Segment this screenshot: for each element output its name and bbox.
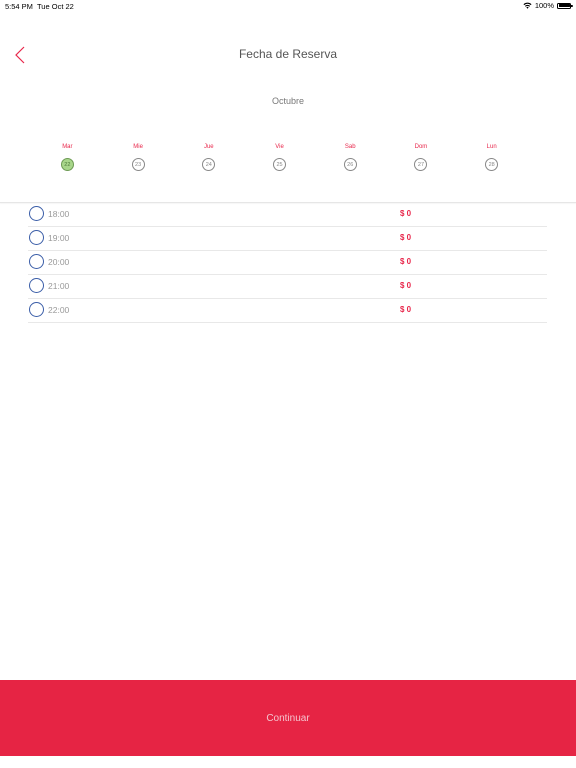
slot-time: 22:00 — [48, 305, 70, 315]
slot-price: $ 0 — [400, 281, 412, 290]
month-label: Octubre — [271, 96, 304, 106]
status-time: 5:54 PM — [5, 2, 33, 11]
radio-button[interactable] — [29, 254, 44, 269]
status-indicators: 100% — [523, 1, 573, 10]
status-date: Tue Oct 22 — [37, 2, 74, 11]
day-sab[interactable]: Sab 26 — [315, 142, 386, 171]
slot-time: 20:00 — [48, 257, 70, 267]
time-slot-row[interactable]: 18:00 $ 0 — [28, 203, 547, 227]
day-mar[interactable]: Mar 22 — [32, 142, 103, 171]
day-name: Mie — [133, 144, 143, 150]
time-slot-row[interactable]: 20:00 $ 0 — [28, 251, 547, 275]
continue-button[interactable]: Continuar — [0, 680, 576, 756]
slot-price: $ 0 — [400, 209, 412, 218]
day-mie[interactable]: Mie 23 — [103, 142, 174, 171]
radio-button[interactable] — [29, 206, 44, 221]
day-lun[interactable]: Lun 28 — [456, 142, 527, 171]
day-name: Vie — [275, 144, 284, 150]
battery-icon — [557, 2, 573, 9]
radio-button[interactable] — [29, 230, 44, 245]
day-selector: Mar 22 Mie 23 Jue 24 Vie 25 Sab 26 Dom 2… — [32, 142, 527, 171]
day-jue[interactable]: Jue 24 — [173, 142, 244, 171]
day-name: Jue — [203, 144, 214, 150]
time-slot-row[interactable]: 21:00 $ 0 — [28, 275, 547, 299]
time-slot-list: 18:00 $ 0 19:00 $ 0 20:00 $ 0 21:00 $ 0 … — [28, 203, 547, 323]
wifi-icon — [523, 2, 532, 9]
day-name: Lun — [486, 144, 497, 150]
day-number: 26 — [343, 158, 357, 171]
slot-price: $ 0 — [400, 305, 412, 314]
continue-label: Continuar — [266, 712, 310, 724]
radio-button[interactable] — [29, 302, 44, 317]
day-number: 27 — [414, 158, 428, 171]
slot-time: 19:00 — [48, 233, 70, 243]
time-slot-row[interactable]: 22:00 $ 0 — [28, 299, 547, 323]
day-name: Sab — [344, 144, 356, 150]
radio-button[interactable] — [29, 278, 44, 293]
day-number: 23 — [131, 158, 145, 171]
day-vie[interactable]: Vie 25 — [244, 142, 315, 171]
day-name: Dom — [414, 144, 428, 150]
time-slot-row[interactable]: 19:00 $ 0 — [28, 227, 547, 251]
day-number: 24 — [202, 158, 216, 171]
battery-percent: 100% — [534, 1, 554, 10]
day-number-selected: 22 — [60, 158, 74, 171]
slot-price: $ 0 — [400, 257, 412, 266]
slot-price: $ 0 — [400, 233, 412, 242]
day-dom[interactable]: Dom 27 — [386, 142, 457, 171]
slot-time: 18:00 — [48, 209, 70, 219]
day-name: Mar — [62, 144, 73, 150]
day-number: 25 — [273, 158, 287, 171]
slot-time: 21:00 — [48, 281, 70, 291]
status-bar: 5:54 PM Tue Oct 22 100% — [0, 0, 576, 12]
page-title: Fecha de Reserva — [238, 47, 338, 61]
day-number: 28 — [485, 158, 499, 171]
